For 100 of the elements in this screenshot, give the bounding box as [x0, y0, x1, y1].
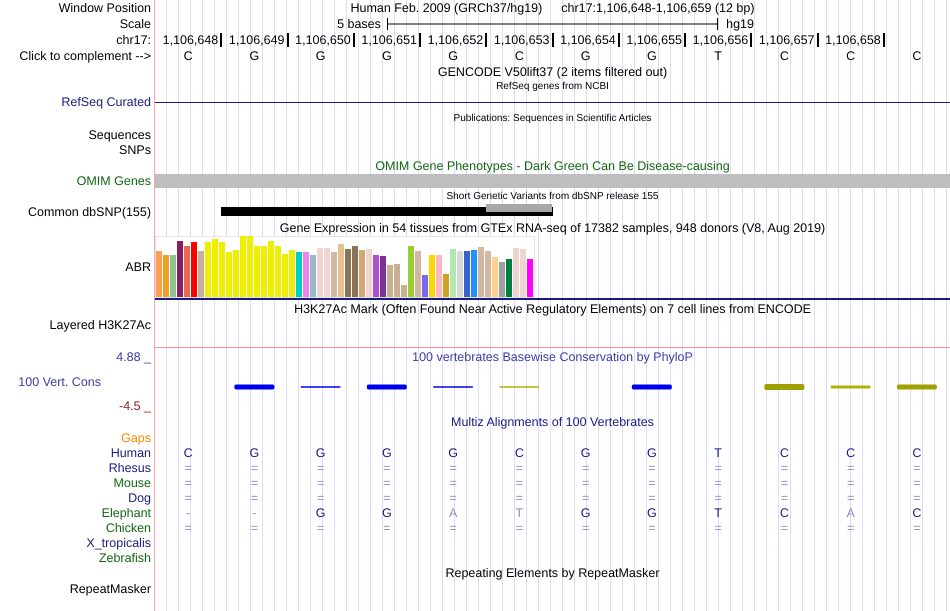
alignment-base: =	[250, 520, 258, 534]
scale-length-text: 5 bases	[337, 17, 382, 31]
track-label[interactable]: RefSeq Curated	[61, 95, 151, 109]
axis-max-label: 4.88 _	[116, 350, 151, 364]
alignment-base: -	[252, 506, 256, 520]
alignment-base: G	[647, 446, 657, 460]
track-label[interactable]: OMIM Genes	[76, 174, 151, 188]
alignment-base: -	[186, 506, 190, 520]
alignment-base: C	[780, 446, 789, 460]
alignment-base: =	[913, 490, 921, 504]
alignment-base: =	[316, 520, 324, 534]
alignment-base: =	[449, 490, 457, 504]
alignment-base: =	[846, 476, 854, 490]
species-label[interactable]: Dog	[128, 490, 151, 504]
track-title: H3K27Ac Mark (Often Found Near Active Regulatory Elements) on 7 cell lines from ENCODE	[294, 302, 811, 316]
track-label[interactable]: Common dbSNP(155)	[28, 204, 151, 218]
alignment-base: =	[648, 476, 656, 490]
alignment-base: =	[648, 490, 656, 504]
alignment-base: =	[316, 476, 324, 490]
track-title: Repeating Elements by RepeatMasker	[445, 566, 660, 580]
alignment-base: =	[780, 520, 788, 534]
alignment-base: T	[714, 446, 722, 460]
alignment-base: C	[846, 446, 856, 460]
base-letter: C	[184, 49, 193, 63]
alignment-base: G	[316, 446, 326, 460]
alignment-base: =	[516, 490, 524, 504]
alignment-base: =	[516, 476, 524, 490]
alignment-base: =	[383, 490, 391, 504]
alignment-base: =	[516, 520, 524, 534]
alignment-base: C	[780, 506, 789, 520]
alignment-base: =	[582, 460, 590, 474]
track-label[interactable]: SNPs	[119, 143, 151, 157]
ruler-position: 1,106,657	[758, 33, 818, 47]
species-label[interactable]: Rhesus	[108, 460, 151, 474]
species-label[interactable]: X_tropicalis	[86, 536, 151, 550]
ruler-position: 1,106,651	[361, 33, 421, 47]
snp-bar[interactable]	[221, 204, 552, 216]
species-label[interactable]: Human	[110, 446, 151, 460]
alignment-base: =	[250, 476, 258, 490]
ruler-position: 1,106,649	[228, 33, 288, 47]
alignment-base: =	[184, 460, 192, 474]
alignment-base: T	[516, 506, 524, 520]
alignment-base: =	[184, 520, 192, 534]
alignment-base: =	[250, 490, 258, 504]
alignment-base: C	[184, 446, 193, 460]
alignment-base: =	[316, 460, 324, 474]
scale-label: Scale	[120, 17, 151, 31]
position-title: chr17:1,106,648-1,106,659 (12 bp)	[561, 1, 754, 15]
alignment-base: =	[516, 460, 524, 474]
track-title: GENCODE V50lift37 (2 items filtered out)	[438, 65, 668, 79]
alignment-base: C	[912, 446, 922, 460]
base-letter: G	[382, 49, 392, 63]
chromosome-label: chr17:	[116, 33, 151, 47]
species-label[interactable]: Zebrafish	[98, 550, 151, 564]
ruler-position: 1,106,650	[295, 33, 355, 47]
base-letter: G	[580, 49, 590, 63]
track-label[interactable]: Window Position	[58, 1, 151, 15]
base-letter: T	[714, 49, 722, 63]
track-label[interactable]: RepeatMasker	[70, 582, 151, 596]
alignment-base: =	[846, 520, 854, 534]
axis-min-label: -4.5 _	[119, 399, 151, 413]
track-label[interactable]: 100 Vert. Cons	[18, 375, 101, 389]
track-title: RefSeq genes from NCBI	[496, 80, 609, 94]
alignment-base: T	[714, 506, 722, 520]
alignment-base: G	[580, 506, 590, 520]
alignment-base: A	[846, 506, 855, 520]
ruler-position: 1,106,648	[162, 33, 222, 47]
alignment-base: C	[514, 446, 524, 460]
alignment-base: =	[714, 460, 722, 474]
alignment-base: =	[913, 476, 921, 490]
track-title: Publications: Sequences in Scientific Articles	[454, 112, 652, 126]
alignment-base: G	[382, 446, 392, 460]
alignment-base: =	[184, 476, 192, 490]
track-label[interactable]: Layered H3K27Ac	[50, 318, 151, 332]
track-label[interactable]: ABR	[125, 260, 151, 274]
alignment-base: A	[448, 506, 458, 520]
track-title: Multiz Alignments of 100 Vertebrates	[451, 415, 654, 429]
track-title: OMIM Gene Phenotypes - Dark Green Can Be Disease-causing	[375, 159, 730, 173]
alignment-base: =	[648, 520, 656, 534]
ruler-position: 1,106,658	[825, 33, 885, 47]
alignment-base: =	[780, 460, 788, 474]
alignment-base: G	[647, 506, 657, 520]
species-label[interactable]: Elephant	[102, 506, 151, 520]
alignment-base: =	[780, 490, 788, 504]
ruler-position: 1,106,656	[692, 33, 752, 47]
species-label[interactable]: Chicken	[106, 520, 151, 534]
base-letter: G	[250, 49, 260, 63]
track-label[interactable]: Click to complement -->	[19, 49, 151, 63]
base-letter: C	[514, 49, 524, 63]
track-label[interactable]: Sequences	[88, 128, 151, 142]
track-title: Gene Expression in 54 tissues from GTEx RNA-seq of 17382 samples, 948 donors (V8, Aug 2019)	[280, 220, 826, 234]
alignment-base: =	[250, 460, 258, 474]
assembly-name: hg19	[725, 17, 755, 31]
alignment-base: =	[449, 460, 457, 474]
alignment-base: =	[913, 520, 921, 534]
alignment-base: G	[448, 446, 458, 460]
alignment-base: =	[184, 490, 192, 504]
alignment-base: =	[648, 460, 656, 474]
species-label[interactable]: Mouse	[113, 476, 151, 490]
alignment-base: =	[449, 520, 457, 534]
